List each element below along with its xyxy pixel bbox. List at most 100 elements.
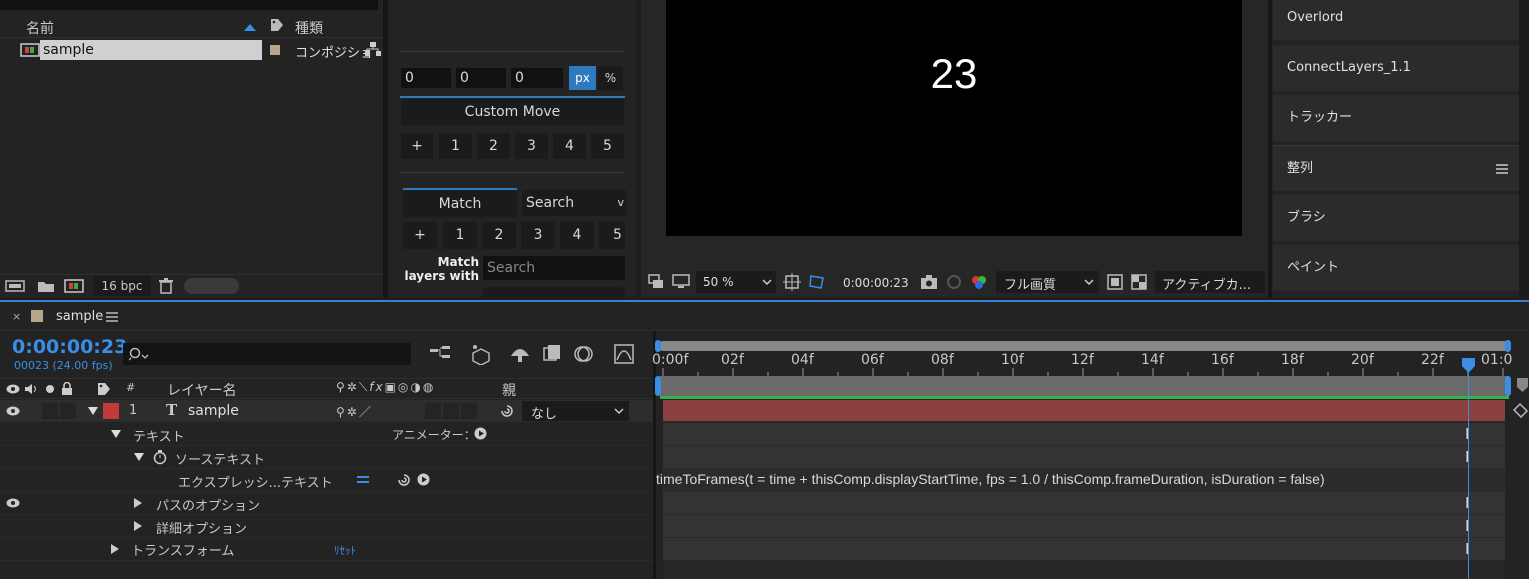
current-timecode[interactable]: 0:00:00:23 bbox=[12, 336, 127, 358]
shy-layers-icon[interactable] bbox=[509, 344, 531, 364]
right-panel-scrollbar[interactable] bbox=[1519, 0, 1529, 297]
column-type-label[interactable]: 種類 bbox=[295, 18, 323, 38]
timeline-search-input[interactable] bbox=[123, 343, 411, 365]
step-3-button[interactable]: 3 bbox=[515, 133, 548, 159]
viewer-timecode[interactable]: 0:00:00:23 bbox=[843, 276, 909, 290]
move-z-field[interactable]: 0 bbox=[511, 68, 563, 88]
monitor-icon[interactable] bbox=[672, 274, 690, 290]
match-plus-button[interactable]: + bbox=[403, 222, 437, 249]
draft-3d-icon[interactable] bbox=[470, 343, 492, 365]
hamburger-menu-icon[interactable] bbox=[1496, 164, 1508, 174]
lock-toggle[interactable] bbox=[60, 403, 76, 419]
twirl-right-icon[interactable] bbox=[134, 521, 142, 531]
match-5-button[interactable]: 5 bbox=[599, 222, 625, 249]
twirl-down-icon[interactable] bbox=[88, 407, 98, 415]
switch-cell[interactable] bbox=[443, 403, 459, 419]
timeline-tab-title[interactable]: sample bbox=[56, 309, 103, 324]
unit-px-button[interactable]: px bbox=[569, 66, 596, 90]
bit-depth-button[interactable]: 16 bpc bbox=[93, 276, 151, 296]
panel-brush[interactable]: ブラシ bbox=[1273, 195, 1519, 241]
switch-cell[interactable] bbox=[461, 403, 477, 419]
grid-guide-icon[interactable] bbox=[783, 273, 801, 291]
step-1-button[interactable]: 1 bbox=[439, 133, 472, 159]
panel-tracker[interactable]: トラッカー bbox=[1273, 95, 1519, 141]
step-2-button[interactable]: 2 bbox=[477, 133, 510, 159]
speaker-icon[interactable] bbox=[24, 383, 38, 395]
project-scrollbar[interactable] bbox=[184, 278, 239, 294]
move-y-field[interactable]: 0 bbox=[456, 68, 506, 88]
motion-blur-icon[interactable] bbox=[574, 344, 594, 364]
move-x-field[interactable]: 0 bbox=[401, 68, 451, 88]
property-row-path-options[interactable]: パスのオプション bbox=[0, 492, 653, 515]
match-1-button[interactable]: 1 bbox=[443, 222, 477, 249]
time-ruler[interactable]: 0:00f 02f 04f 06f 08f 10f 12f 14f 16f 18… bbox=[652, 352, 1512, 376]
column-layer-name-label[interactable]: レイヤー名 bbox=[167, 380, 237, 400]
playhead-handle-icon[interactable] bbox=[1462, 358, 1475, 373]
panel-align[interactable]: 整列 bbox=[1273, 145, 1519, 191]
project-search-input[interactable] bbox=[0, 0, 378, 10]
match-3-button[interactable]: 3 bbox=[521, 222, 555, 249]
twirl-down-icon[interactable] bbox=[134, 453, 144, 461]
column-name-label[interactable]: 名前 bbox=[26, 18, 54, 38]
transparency-grid-icon[interactable] bbox=[1131, 274, 1147, 290]
solo-dot-icon[interactable] bbox=[45, 384, 55, 394]
graph-editor-icon[interactable] bbox=[614, 344, 634, 364]
parent-dropdown[interactable]: なし bbox=[522, 401, 629, 422]
match-2-button[interactable]: 2 bbox=[482, 222, 516, 249]
new-folder-icon[interactable] bbox=[37, 279, 55, 293]
comp-button-icon[interactable] bbox=[1512, 402, 1529, 418]
step-5-button[interactable]: 5 bbox=[591, 133, 624, 159]
snapshot-camera-icon[interactable] bbox=[920, 274, 938, 290]
comp-mini-flowchart-icon[interactable] bbox=[430, 345, 452, 363]
eye-icon[interactable] bbox=[6, 406, 20, 416]
layer-duration-bar[interactable] bbox=[663, 400, 1505, 422]
work-area-start-handle[interactable] bbox=[655, 376, 661, 396]
composition-canvas[interactable]: 23 bbox=[666, 0, 1242, 236]
step-plus-button[interactable]: + bbox=[401, 133, 433, 159]
search-dropdown[interactable]: Search v bbox=[522, 190, 626, 216]
flowchart-icon[interactable] bbox=[365, 42, 381, 56]
property-row-text[interactable]: テキスト アニメーター： bbox=[0, 423, 653, 446]
layer-row[interactable]: 1 T sample ⚲✲／ なし bbox=[0, 400, 653, 422]
camera-view-dropdown[interactable]: アクティブカ... bbox=[1155, 271, 1265, 293]
time-navigator-bar[interactable] bbox=[658, 341, 1511, 351]
column-parent-label[interactable]: 親 bbox=[502, 380, 516, 400]
rgb-channel-icon[interactable] bbox=[970, 273, 988, 291]
twirl-right-icon[interactable] bbox=[111, 544, 119, 554]
resolution-dropdown[interactable]: フル画質 bbox=[996, 271, 1099, 293]
mask-visibility-icon[interactable] bbox=[808, 273, 826, 291]
panel-paint[interactable]: ペイント bbox=[1273, 245, 1519, 291]
sort-ascending-icon[interactable] bbox=[244, 23, 256, 31]
region-of-interest-icon[interactable] bbox=[648, 274, 664, 290]
expression-pickwhip-icon[interactable] bbox=[397, 473, 411, 487]
twirl-down-icon[interactable] bbox=[111, 430, 121, 438]
hamburger-menu-icon[interactable] bbox=[106, 312, 118, 322]
layer-name[interactable]: sample bbox=[188, 403, 239, 419]
property-row-more-options[interactable]: 詳細オプション bbox=[0, 515, 653, 538]
work-area-bar[interactable] bbox=[660, 376, 1509, 396]
layer-switches[interactable]: ⚲✲／ bbox=[336, 403, 373, 420]
navigator-start-handle[interactable] bbox=[655, 340, 661, 352]
tab-match[interactable]: Match bbox=[403, 191, 517, 217]
trash-icon[interactable] bbox=[159, 278, 173, 294]
expression-enable-icon[interactable] bbox=[356, 474, 370, 486]
label-tag-icon[interactable] bbox=[97, 382, 111, 396]
solo-toggle[interactable] bbox=[42, 403, 58, 419]
twirl-right-icon[interactable] bbox=[134, 498, 142, 508]
custom-move-button[interactable]: Custom Move bbox=[401, 99, 624, 125]
layer-label-color[interactable] bbox=[103, 403, 119, 419]
zoom-dropdown[interactable]: 50 % bbox=[696, 271, 776, 293]
step-4-button[interactable]: 4 bbox=[553, 133, 586, 159]
animator-add-icon[interactable] bbox=[474, 427, 487, 440]
partially-visible-control[interactable] bbox=[483, 287, 625, 297]
item-label-color[interactable] bbox=[270, 45, 280, 55]
property-row-source-text[interactable]: ソーステキスト bbox=[0, 446, 653, 469]
playhead-line[interactable] bbox=[1468, 360, 1469, 579]
stopwatch-icon[interactable] bbox=[153, 449, 167, 465]
work-area-end-handle[interactable] bbox=[1505, 376, 1511, 396]
pickwhip-icon[interactable] bbox=[500, 404, 514, 418]
pane-divider[interactable] bbox=[653, 331, 656, 579]
fast-preview-icon[interactable] bbox=[1107, 274, 1123, 290]
eye-icon[interactable] bbox=[6, 384, 20, 394]
property-row-expression[interactable]: エクスプレッシ...テキスト bbox=[0, 469, 653, 492]
